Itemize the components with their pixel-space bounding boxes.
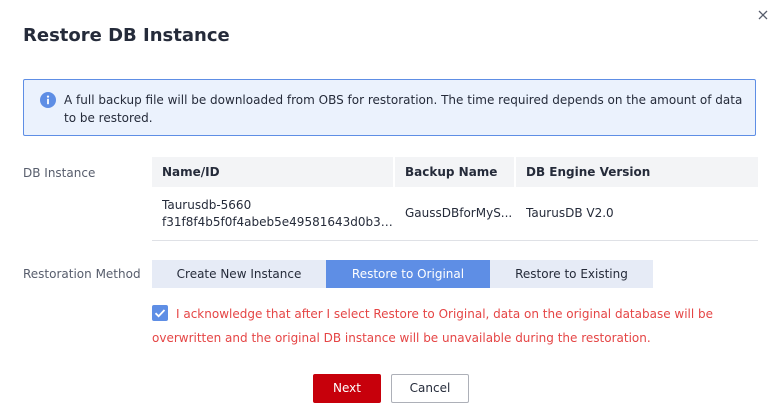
info-banner: A full backup file will be downloaded fr… <box>23 79 756 136</box>
option-restore-to-original[interactable]: Restore to Original <box>326 260 490 288</box>
column-header-backup-name: Backup Name <box>395 157 516 187</box>
option-create-new-instance[interactable]: Create New Instance <box>152 260 326 288</box>
restoration-method-label: Restoration Method <box>23 267 141 281</box>
cell-backup-name: GaussDBforMyS... <box>395 187 516 240</box>
acknowledge-text: I acknowledge that after I select Restor… <box>152 307 714 345</box>
next-button[interactable]: Next <box>313 374 381 403</box>
restore-db-instance-dialog: Restore DB Instance A full backup file w… <box>0 0 783 416</box>
close-button[interactable] <box>754 6 772 24</box>
db-instance-label: DB Instance <box>23 166 96 180</box>
db-instance-table: Name/ID Backup Name DB Engine Version Ta… <box>152 157 758 241</box>
restoration-method-selector: Create New Instance Restore to Original … <box>152 260 653 288</box>
column-header-engine-version: DB Engine Version <box>526 165 651 179</box>
cancel-button[interactable]: Cancel <box>391 374 469 403</box>
table-row: Taurusdb-5660 f31f8f4b5f0f4abeb5e4958164… <box>152 187 758 241</box>
dialog-title: Restore DB Instance <box>23 25 230 46</box>
engine-version: TaurusDB V2.0 <box>526 206 614 220</box>
info-text: A full backup file will be downloaded fr… <box>64 93 743 125</box>
column-header-name-id: Name/ID <box>152 157 395 187</box>
option-restore-to-existing[interactable]: Restore to Existing <box>490 260 653 288</box>
checkmark-icon <box>154 309 166 318</box>
table-header: Name/ID Backup Name DB Engine Version <box>152 157 758 187</box>
cell-name-id: Taurusdb-5660 f31f8f4b5f0f4abeb5e4958164… <box>152 187 395 240</box>
info-icon <box>40 92 56 108</box>
close-icon[interactable] <box>754 6 772 24</box>
instance-id: f31f8f4b5f0f4abeb5e49581643d0b30in... <box>162 214 395 229</box>
acknowledge-checkbox[interactable] <box>152 305 168 321</box>
cell-engine-version: TaurusDB V2.0 <box>516 187 758 240</box>
instance-name: Taurusdb-5660 <box>162 197 252 212</box>
backup-name: GaussDBforMyS... <box>405 206 513 220</box>
